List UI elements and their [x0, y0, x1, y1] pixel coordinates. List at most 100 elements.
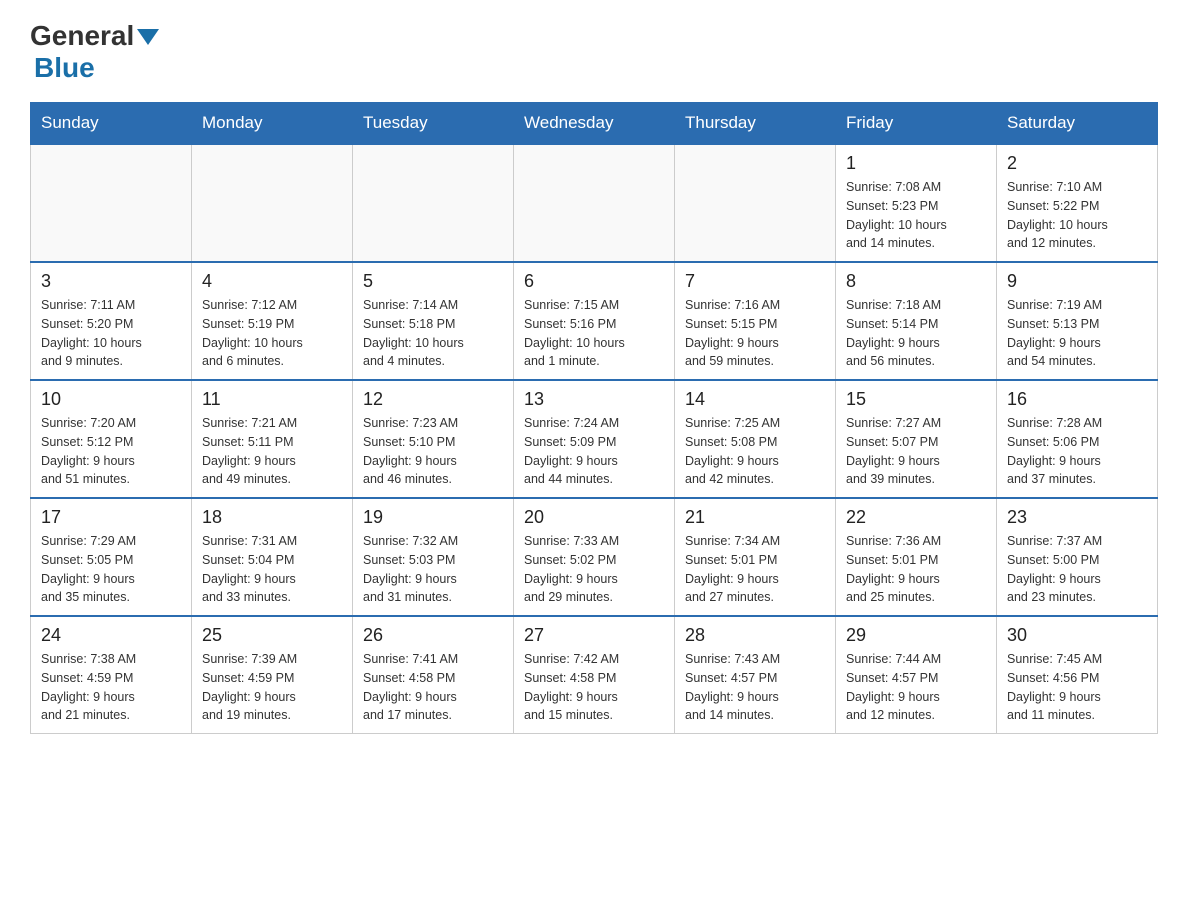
calendar-cell — [514, 144, 675, 262]
header: General Blue — [30, 20, 1158, 84]
cell-info-text: Sunrise: 7:32 AMSunset: 5:03 PMDaylight:… — [363, 532, 503, 607]
calendar-cell: 24 Sunrise: 7:38 AMSunset: 4:59 PMDayligh… — [31, 616, 192, 734]
weekday-header-sunday: Sunday — [31, 103, 192, 145]
cell-day-number: 5 — [363, 271, 503, 292]
cell-info-text: Sunrise: 7:11 AMSunset: 5:20 PMDaylight:… — [41, 296, 181, 371]
cell-info-text: Sunrise: 7:42 AMSunset: 4:58 PMDaylight:… — [524, 650, 664, 725]
cell-day-number: 28 — [685, 625, 825, 646]
calendar-cell: 5 Sunrise: 7:14 AMSunset: 5:18 PMDaylight… — [353, 262, 514, 380]
calendar-cell: 12 Sunrise: 7:23 AMSunset: 5:10 PMDayligh… — [353, 380, 514, 498]
cell-day-number: 10 — [41, 389, 181, 410]
cell-day-number: 6 — [524, 271, 664, 292]
calendar-table: SundayMondayTuesdayWednesdayThursdayFrid… — [30, 102, 1158, 734]
cell-info-text: Sunrise: 7:10 AMSunset: 5:22 PMDaylight:… — [1007, 178, 1147, 253]
cell-info-text: Sunrise: 7:25 AMSunset: 5:08 PMDaylight:… — [685, 414, 825, 489]
cell-info-text: Sunrise: 7:44 AMSunset: 4:57 PMDaylight:… — [846, 650, 986, 725]
cell-day-number: 13 — [524, 389, 664, 410]
calendar-cell: 19 Sunrise: 7:32 AMSunset: 5:03 PMDayligh… — [353, 498, 514, 616]
cell-day-number: 12 — [363, 389, 503, 410]
cell-info-text: Sunrise: 7:45 AMSunset: 4:56 PMDaylight:… — [1007, 650, 1147, 725]
cell-info-text: Sunrise: 7:33 AMSunset: 5:02 PMDaylight:… — [524, 532, 664, 607]
calendar-cell: 9 Sunrise: 7:19 AMSunset: 5:13 PMDaylight… — [997, 262, 1158, 380]
calendar-cell — [675, 144, 836, 262]
cell-info-text: Sunrise: 7:16 AMSunset: 5:15 PMDaylight:… — [685, 296, 825, 371]
cell-info-text: Sunrise: 7:19 AMSunset: 5:13 PMDaylight:… — [1007, 296, 1147, 371]
cell-info-text: Sunrise: 7:27 AMSunset: 5:07 PMDaylight:… — [846, 414, 986, 489]
cell-day-number: 25 — [202, 625, 342, 646]
cell-day-number: 7 — [685, 271, 825, 292]
cell-info-text: Sunrise: 7:20 AMSunset: 5:12 PMDaylight:… — [41, 414, 181, 489]
calendar-cell: 21 Sunrise: 7:34 AMSunset: 5:01 PMDayligh… — [675, 498, 836, 616]
week-row-1: 1Sunrise: 7:08 AMSunset: 5:23 PMDaylight… — [31, 144, 1158, 262]
week-row-5: 24 Sunrise: 7:38 AMSunset: 4:59 PMDayligh… — [31, 616, 1158, 734]
cell-day-number: 14 — [685, 389, 825, 410]
cell-info-text: Sunrise: 7:43 AMSunset: 4:57 PMDaylight:… — [685, 650, 825, 725]
calendar-cell: 18 Sunrise: 7:31 AMSunset: 5:04 PMDayligh… — [192, 498, 353, 616]
calendar-cell — [192, 144, 353, 262]
cell-info-text: Sunrise: 7:14 AMSunset: 5:18 PMDaylight:… — [363, 296, 503, 371]
cell-day-number: 22 — [846, 507, 986, 528]
calendar-cell: 3 Sunrise: 7:11 AMSunset: 5:20 PMDaylight… — [31, 262, 192, 380]
cell-info-text: Sunrise: 7:41 AMSunset: 4:58 PMDaylight:… — [363, 650, 503, 725]
cell-info-text: Sunrise: 7:23 AMSunset: 5:10 PMDaylight:… — [363, 414, 503, 489]
cell-info-text: Sunrise: 7:38 AMSunset: 4:59 PMDaylight:… — [41, 650, 181, 725]
week-row-2: 3 Sunrise: 7:11 AMSunset: 5:20 PMDaylight… — [31, 262, 1158, 380]
logo: General Blue — [30, 20, 159, 84]
calendar-cell: 27 Sunrise: 7:42 AMSunset: 4:58 PMDayligh… — [514, 616, 675, 734]
calendar-cell: 11Sunrise: 7:21 AMSunset: 5:11 PMDayligh… — [192, 380, 353, 498]
weekday-header-tuesday: Tuesday — [353, 103, 514, 145]
calendar-cell: 30 Sunrise: 7:45 AMSunset: 4:56 PMDayligh… — [997, 616, 1158, 734]
cell-info-text: Sunrise: 7:08 AMSunset: 5:23 PMDaylight:… — [846, 178, 986, 253]
weekday-header-friday: Friday — [836, 103, 997, 145]
calendar-cell: 6 Sunrise: 7:15 AMSunset: 5:16 PMDaylight… — [514, 262, 675, 380]
calendar-cell — [31, 144, 192, 262]
cell-day-number: 9 — [1007, 271, 1147, 292]
calendar-cell: 1Sunrise: 7:08 AMSunset: 5:23 PMDaylight… — [836, 144, 997, 262]
cell-info-text: Sunrise: 7:39 AMSunset: 4:59 PMDaylight:… — [202, 650, 342, 725]
cell-info-text: Sunrise: 7:18 AMSunset: 5:14 PMDaylight:… — [846, 296, 986, 371]
calendar-cell: 23 Sunrise: 7:37 AMSunset: 5:00 PMDayligh… — [997, 498, 1158, 616]
cell-day-number: 23 — [1007, 507, 1147, 528]
cell-day-number: 30 — [1007, 625, 1147, 646]
cell-info-text: Sunrise: 7:12 AMSunset: 5:19 PMDaylight:… — [202, 296, 342, 371]
cell-day-number: 20 — [524, 507, 664, 528]
calendar-cell: 4Sunrise: 7:12 AMSunset: 5:19 PMDaylight… — [192, 262, 353, 380]
calendar-cell: 2 Sunrise: 7:10 AMSunset: 5:22 PMDaylight… — [997, 144, 1158, 262]
calendar-cell — [353, 144, 514, 262]
weekday-header-thursday: Thursday — [675, 103, 836, 145]
weekday-header-monday: Monday — [192, 103, 353, 145]
calendar-cell: 20 Sunrise: 7:33 AMSunset: 5:02 PMDayligh… — [514, 498, 675, 616]
calendar-cell: 10 Sunrise: 7:20 AMSunset: 5:12 PMDayligh… — [31, 380, 192, 498]
calendar-cell: 16Sunrise: 7:28 AMSunset: 5:06 PMDayligh… — [997, 380, 1158, 498]
logo-general-text: General — [30, 20, 134, 52]
calendar-cell: 28 Sunrise: 7:43 AMSunset: 4:57 PMDayligh… — [675, 616, 836, 734]
cell-info-text: Sunrise: 7:37 AMSunset: 5:00 PMDaylight:… — [1007, 532, 1147, 607]
logo-blue-text: Blue — [34, 52, 95, 83]
calendar-cell: 25 Sunrise: 7:39 AMSunset: 4:59 PMDayligh… — [192, 616, 353, 734]
calendar-cell: 22 Sunrise: 7:36 AMSunset: 5:01 PMDayligh… — [836, 498, 997, 616]
cell-day-number: 8 — [846, 271, 986, 292]
weekday-header-saturday: Saturday — [997, 103, 1158, 145]
cell-day-number: 24 — [41, 625, 181, 646]
calendar-cell: 8 Sunrise: 7:18 AMSunset: 5:14 PMDaylight… — [836, 262, 997, 380]
calendar-cell: 15 Sunrise: 7:27 AMSunset: 5:07 PMDayligh… — [836, 380, 997, 498]
cell-info-text: Sunrise: 7:36 AMSunset: 5:01 PMDaylight:… — [846, 532, 986, 607]
cell-day-number: 15 — [846, 389, 986, 410]
cell-info-text: Sunrise: 7:31 AMSunset: 5:04 PMDaylight:… — [202, 532, 342, 607]
cell-day-number: 16 — [1007, 389, 1147, 410]
cell-day-number: 2 — [1007, 153, 1147, 174]
cell-day-number: 17 — [41, 507, 181, 528]
calendar-cell: 29Sunrise: 7:44 AMSunset: 4:57 PMDayligh… — [836, 616, 997, 734]
weekday-header-wednesday: Wednesday — [514, 103, 675, 145]
cell-day-number: 19 — [363, 507, 503, 528]
calendar-cell: 13 Sunrise: 7:24 AMSunset: 5:09 PMDayligh… — [514, 380, 675, 498]
cell-day-number: 27 — [524, 625, 664, 646]
cell-info-text: Sunrise: 7:34 AMSunset: 5:01 PMDaylight:… — [685, 532, 825, 607]
cell-day-number: 3 — [41, 271, 181, 292]
calendar-cell: 7 Sunrise: 7:16 AMSunset: 5:15 PMDaylight… — [675, 262, 836, 380]
cell-day-number: 18 — [202, 507, 342, 528]
cell-info-text: Sunrise: 7:24 AMSunset: 5:09 PMDaylight:… — [524, 414, 664, 489]
cell-info-text: Sunrise: 7:15 AMSunset: 5:16 PMDaylight:… — [524, 296, 664, 371]
cell-day-number: 21 — [685, 507, 825, 528]
week-row-4: 17Sunrise: 7:29 AMSunset: 5:05 PMDayligh… — [31, 498, 1158, 616]
